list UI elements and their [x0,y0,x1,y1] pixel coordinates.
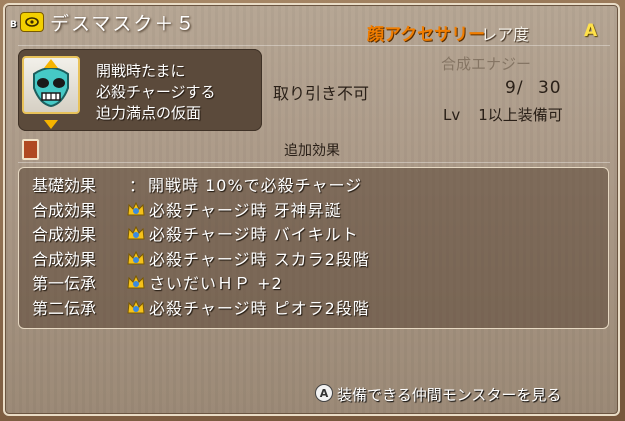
effect-label: 合成効果 [32,225,97,244]
effect-row: 合成効果 必殺チャージ時 スカラ2段階 [32,246,370,270]
description-line: 開戦時たまに [96,62,186,80]
effect-row: 合成効果 必殺チャージ時 バイキルト [32,221,359,245]
view-equippable-monsters-button[interactable]: 装備できる仲間モンスターを見る [337,384,561,405]
item-name: デスマスク＋５ [50,13,197,35]
level-requirement: Lv 1以上装備可 [443,104,563,125]
crown-icon [126,298,146,316]
slot-tag: B [10,20,17,30]
effect-text: さいだいＨＰ +2 [149,274,283,293]
effect-text: 必殺チャージ時 牙神昇誕 [149,200,342,220]
header-divider [18,45,610,46]
item-type: 顔アクセサリー [367,25,486,45]
level-requirement-text: 1以上装備可 [478,106,563,124]
book-icon [22,139,39,160]
section-divider [18,162,610,163]
synthesis-energy-value: 9/ 30 [505,78,562,98]
effect-text: 必殺チャージ時 スカラ2段階 [149,249,370,269]
effect-separator: ： [128,176,145,195]
crown-icon [126,273,146,291]
synthesis-energy-label: 合成エナジー [441,55,532,73]
rarity-value: A [584,21,598,41]
crown-icon [126,200,146,218]
no-trade-label: 取り引き不可 [273,84,370,103]
effect-text: 必殺チャージ時 バイキルト [149,225,359,244]
effect-label: 合成効果 [32,249,97,269]
effect-label: 第一伝承 [32,274,97,293]
description-line: 必殺チャージする [96,83,216,101]
effect-label: 第二伝承 [32,298,97,318]
effect-row: 第一伝承 さいだいＨＰ +2 [32,270,283,294]
crown-icon [126,224,146,242]
additional-effects-title: 追加効果 [284,143,340,159]
effect-label: 合成効果 [32,200,97,220]
accessory-category-icon [20,12,44,32]
crown-icon [126,249,146,267]
effect-row: 基礎効果 ：開戦時 10%で必殺チャージ [32,172,362,196]
next-item-arrow-icon[interactable] [44,120,58,129]
effect-text: 必殺チャージ時 ピオラ2段階 [149,298,370,318]
effect-label: 基礎効果 [32,176,97,195]
previous-item-arrow-icon[interactable] [44,59,58,68]
level-prefix: Lv [443,106,461,124]
description-line: 迫力満点の仮面 [96,104,202,122]
a-button-icon[interactable]: A [315,384,333,402]
effect-text: 開戦時 10%で必殺チャージ [148,176,363,195]
effect-row: 合成効果 必殺チャージ時 牙神昇誕 [32,197,342,221]
rarity-label: レア度 [481,25,530,44]
effect-row: 第二伝承 必殺チャージ時 ピオラ2段階 [32,295,370,319]
